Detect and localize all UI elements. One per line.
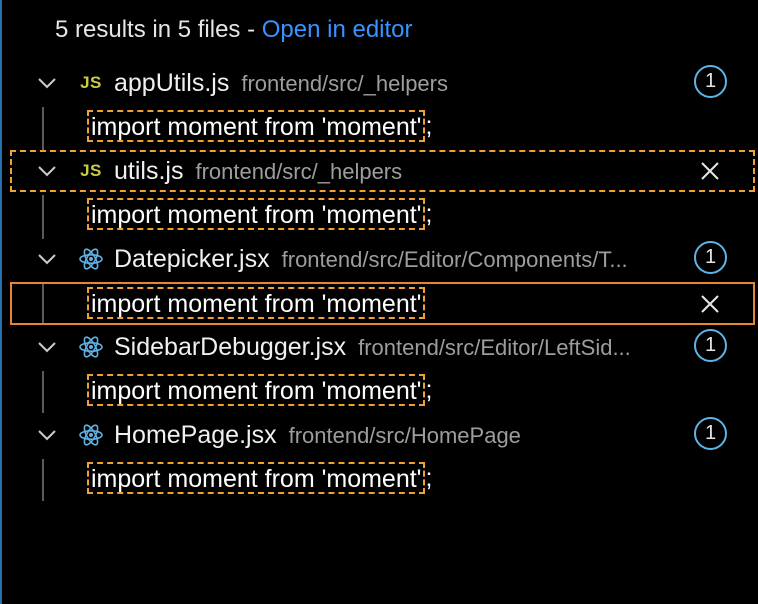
search-results-panel: 5 results in 5 files - Open in editor JS… (0, 0, 758, 604)
file-label: utils.js frontend/src/_helpers (114, 155, 402, 187)
file-name: utils.js (114, 157, 184, 185)
js-file-icon: JS (80, 161, 102, 180)
file-path: frontend/src/Editor/Components/T... (281, 247, 628, 272)
match-row[interactable]: import moment from 'moment'; (10, 457, 755, 501)
js-file-icon: JS (80, 73, 102, 92)
file-row-apputils[interactable]: JS appUtils.js frontend/src/_helpers 1 (10, 63, 755, 103)
results-summary: 5 results in 5 files - Open in editor (55, 14, 413, 46)
file-path: frontend/src/HomePage (288, 423, 521, 448)
file-label: HomePage.jsx frontend/src/HomePage (114, 419, 521, 451)
file-row-sidebardebugger[interactable]: SidebarDebugger.jsx frontend/src/Editor/… (10, 327, 755, 367)
match-count-badge: 1 (694, 329, 727, 362)
file-name: HomePage.jsx (114, 421, 277, 449)
react-icon (78, 245, 104, 273)
file-label: appUtils.js frontend/src/_helpers (114, 67, 448, 99)
file-name: Datepicker.jsx (114, 245, 270, 273)
match-count-badge: 1 (694, 65, 727, 98)
file-name: appUtils.js (114, 69, 230, 97)
chevron-down-icon[interactable] (34, 247, 60, 271)
match-suffix: ; (425, 464, 433, 492)
match-highlight: import moment from 'moment' (87, 198, 426, 230)
chevron-down-icon[interactable] (34, 423, 60, 447)
file-row-utils[interactable]: JS utils.js frontend/src/_helpers (10, 150, 755, 192)
chevron-down-icon[interactable] (34, 159, 60, 183)
match-suffix: ; (425, 376, 433, 404)
match-line: import moment from 'moment'; (87, 372, 432, 408)
match-highlight: import moment from 'moment' (87, 110, 426, 142)
match-row-selected[interactable]: import moment from 'moment' (10, 282, 755, 325)
match-highlight: import moment from 'moment' (87, 287, 426, 319)
match-line: import moment from 'moment'; (87, 196, 432, 232)
chevron-down-icon[interactable] (34, 71, 60, 95)
file-row-datepicker[interactable]: Datepicker.jsx frontend/src/Editor/Compo… (10, 239, 755, 279)
match-highlight: import moment from 'moment' (87, 374, 426, 406)
match-line: import moment from 'moment'; (87, 108, 432, 144)
file-name: SidebarDebugger.jsx (114, 333, 347, 361)
dismiss-match-button[interactable] (696, 290, 724, 318)
file-label: Datepicker.jsx frontend/src/Editor/Compo… (114, 243, 699, 275)
match-highlight: import moment from 'moment' (87, 462, 426, 494)
match-suffix: ; (425, 112, 433, 140)
react-icon (78, 421, 104, 449)
match-suffix: ; (425, 200, 433, 228)
file-label: SidebarDebugger.jsx frontend/src/Editor/… (114, 331, 699, 363)
match-line: import moment from 'moment' (87, 285, 426, 321)
match-row[interactable]: import moment from 'moment'; (10, 105, 755, 149)
react-icon (78, 333, 104, 361)
file-row-homepage[interactable]: HomePage.jsx frontend/src/HomePage 1 (10, 415, 755, 455)
results-count: 5 results in 5 files - (55, 16, 262, 43)
chevron-down-icon[interactable] (34, 335, 60, 359)
tree-guide (42, 284, 44, 323)
match-count-badge: 1 (694, 417, 727, 450)
open-in-editor-link[interactable]: Open in editor (262, 16, 413, 43)
match-row[interactable]: import moment from 'moment'; (10, 193, 755, 237)
match-count-badge: 1 (694, 241, 727, 274)
file-path: frontend/src/_helpers (195, 159, 403, 184)
file-path: frontend/src/_helpers (241, 71, 448, 96)
file-path: frontend/src/Editor/LeftSid... (358, 335, 631, 360)
match-line: import moment from 'moment'; (87, 460, 432, 496)
dismiss-result-button[interactable] (696, 157, 724, 185)
match-row[interactable]: import moment from 'moment'; (10, 369, 755, 413)
